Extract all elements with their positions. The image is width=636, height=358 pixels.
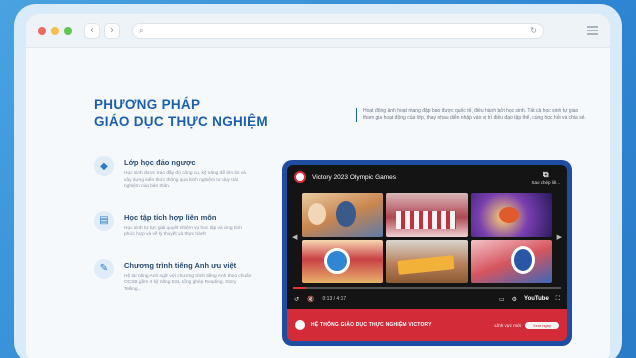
caption-title: HỆ THỐNG GIÁO DỤC THỰC NGHIỆM VICTORY bbox=[311, 322, 432, 328]
page-content: PHƯƠNG PHÁP GIÁO DỤC THỰC NGHIỆM Hoạt độ… bbox=[26, 48, 610, 358]
prev-arrow-icon[interactable]: ◀ bbox=[292, 233, 297, 241]
section-heading: PHƯƠNG PHÁP GIÁO DỤC THỰC NGHIỆM bbox=[94, 96, 268, 130]
volume-icon[interactable]: 🔇 bbox=[307, 296, 314, 303]
thumbnail bbox=[470, 239, 552, 283]
feature-item: ▤ Học tập tích hợp liên môn Học sinh tự … bbox=[94, 210, 264, 239]
thumbnail bbox=[386, 193, 468, 237]
address-bar[interactable]: ⌕ ↻ bbox=[132, 22, 544, 39]
integrated-learning-icon: ▤ bbox=[94, 210, 114, 231]
heading-line2: GIÁO DỤC THỰC NGHIỆM bbox=[94, 114, 268, 129]
titlebar: ‹ › ⌕ ↻ bbox=[26, 14, 610, 48]
feature-title: Lớp học đảo ngược bbox=[124, 158, 196, 167]
nav-buttons: ‹ › bbox=[84, 22, 120, 39]
search-icon: ⌕ bbox=[139, 25, 144, 35]
thumbnail bbox=[470, 193, 552, 237]
caption-right: Lĩnh vực mới Xem ngay bbox=[494, 321, 559, 329]
flip-classroom-icon: ◆ bbox=[94, 156, 114, 176]
browser-window: ‹ › ⌕ ↻ PHƯƠNG PHÁP GIÁO DỤC THỰC NGHIỆM… bbox=[26, 14, 610, 358]
feature-title: Chương trình tiếng Anh ưu việt bbox=[124, 260, 237, 270]
copy-link-label: Sao chép liê... bbox=[531, 179, 560, 185]
thumbnail bbox=[302, 239, 384, 283]
close-dot[interactable] bbox=[38, 26, 46, 35]
victory-logo-icon bbox=[295, 320, 305, 330]
heading-line1: PHƯƠNG PHÁP bbox=[94, 97, 201, 112]
channel-avatar[interactable] bbox=[294, 171, 306, 183]
controls-right: ▭ ⚙ YouTube ⛶ bbox=[499, 295, 560, 303]
video-screen[interactable]: Victory 2023 Olympic Games ⧉ Sao chép li… bbox=[287, 165, 567, 309]
forward-button[interactable]: › bbox=[104, 22, 120, 39]
youtube-logo[interactable]: YouTube bbox=[524, 296, 549, 302]
settings-gear-icon[interactable]: ⚙ bbox=[512, 296, 517, 303]
player-controls: ↺ 🔇 0:13 / 4:17 ▭ ⚙ YouTube ⛶ bbox=[287, 289, 567, 309]
feature-desc: Hệ tài năng Anh ngữ với chương trình tiế… bbox=[124, 273, 252, 292]
thumbnail bbox=[302, 193, 384, 237]
device-frame: ‹ › ⌕ ↻ PHƯƠNG PHÁP GIÁO DỤC THỰC NGHIỆM… bbox=[14, 4, 622, 358]
feature-title: Học tập tích hợp liên môn bbox=[124, 212, 217, 222]
back-button[interactable]: ‹ bbox=[84, 22, 100, 39]
copy-icon: ⧉ bbox=[542, 169, 549, 179]
video-player[interactable]: Victory 2023 Olympic Games ⧉ Sao chép li… bbox=[282, 160, 572, 346]
copy-link-button[interactable]: ⧉ Sao chép liê... bbox=[531, 170, 560, 185]
fullscreen-icon[interactable]: ⛶ bbox=[556, 295, 560, 303]
thumbnail bbox=[386, 239, 468, 283]
maximize-dot[interactable] bbox=[64, 26, 72, 35]
caption-right-label: Lĩnh vực mới bbox=[494, 322, 521, 328]
intro-text: Hoạt động ảnh hoạt mang đặp bao được quố… bbox=[356, 108, 586, 122]
feature-list: ◆ Lớp học đảo ngược Học sinh được trao đ… bbox=[94, 156, 264, 313]
player-header: Victory 2023 Olympic Games ⧉ Sao chép li… bbox=[287, 165, 567, 189]
window-controls bbox=[38, 26, 72, 35]
hamburger-menu-icon[interactable] bbox=[587, 26, 598, 35]
feature-desc: Học sinh tự lực giải quyết nhiệm vụ học … bbox=[124, 225, 242, 238]
video-collage bbox=[302, 193, 552, 283]
video-caption-bar[interactable]: HỆ THỐNG GIÁO DỤC THỰC NGHIỆM VICTORY Lĩ… bbox=[287, 309, 567, 341]
watch-now-button[interactable]: Xem ngay bbox=[524, 321, 559, 329]
replay-icon[interactable]: ↺ bbox=[294, 296, 299, 303]
feature-item: ◆ Lớp học đảo ngược Học sinh được trao đ… bbox=[94, 156, 264, 191]
video-title[interactable]: Victory 2023 Olympic Games bbox=[312, 174, 396, 181]
feature-desc: Học sinh được trao đầy đủ công cụ, kỹ nă… bbox=[124, 171, 246, 189]
english-program-icon: ✎ bbox=[94, 258, 114, 279]
feature-item: ✎ Chương trình tiếng Anh ưu việt Hệ tài … bbox=[94, 258, 264, 294]
subtitles-icon[interactable]: ▭ bbox=[499, 296, 505, 303]
minimize-dot[interactable] bbox=[51, 26, 59, 35]
reload-icon[interactable]: ↻ bbox=[530, 26, 537, 35]
next-arrow-icon[interactable]: ▶ bbox=[557, 233, 562, 241]
time-readout: 0:13 / 4:17 bbox=[322, 296, 347, 302]
